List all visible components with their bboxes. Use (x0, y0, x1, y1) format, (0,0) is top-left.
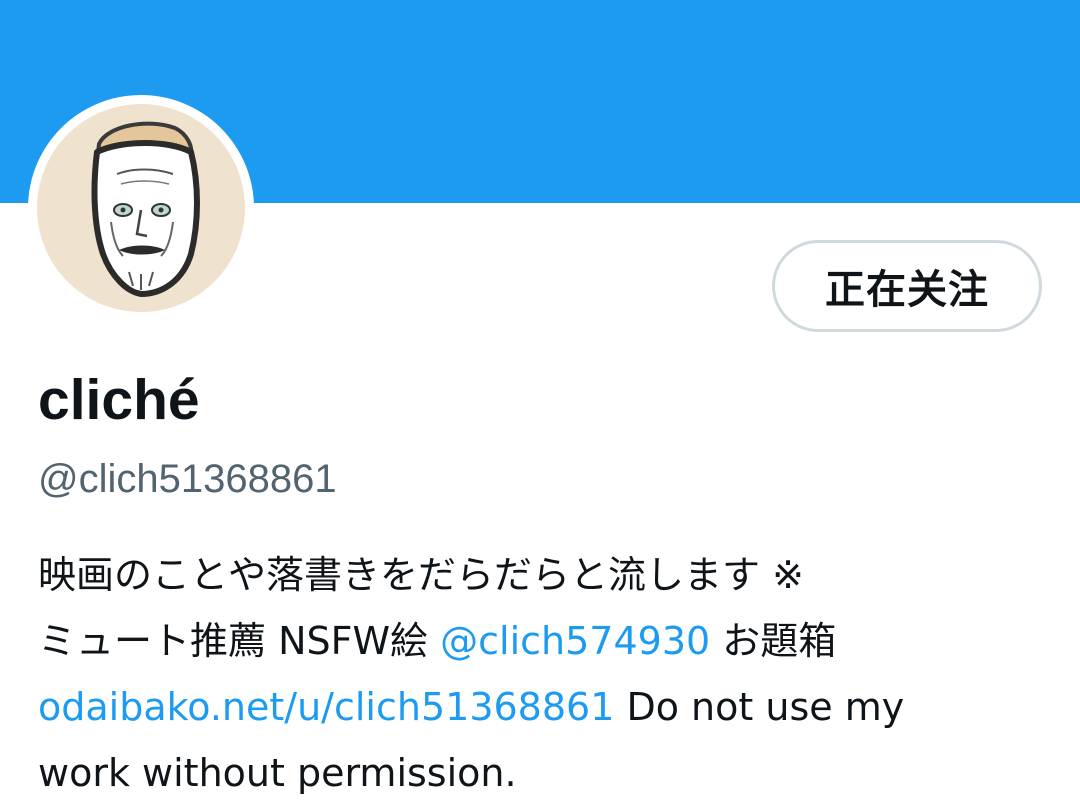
bio-line-2: ミュート推薦 NSFW絵 @clich574930 お題箱 (38, 610, 1058, 676)
bio-text: 映画のことや落書きをだらだらと流します ※ (38, 553, 804, 597)
bio-line-4: work without permission. (38, 742, 1058, 808)
bio-text: Do not use my (614, 685, 905, 729)
avatar-ring (28, 95, 254, 321)
profile-bio: 映画のことや落書きをだらだらと流します ※ ミュート推薦 NSFW絵 @clic… (38, 544, 1058, 808)
bio-line-1: 映画のことや落書きをだらだらと流します ※ (38, 544, 1058, 610)
bio-text: ミュート推薦 NSFW絵 (38, 619, 441, 663)
bio-line-3: odaibako.net/u/clich51368861 Do not use … (38, 676, 1058, 742)
mention-link[interactable]: @clich574930 (440, 619, 710, 663)
bio-text: work without permission. (38, 751, 517, 795)
odaibako-link[interactable]: odaibako.net/u/clich51368861 (38, 685, 614, 729)
avatar[interactable] (37, 104, 245, 312)
user-handle: @clich51368861 (38, 457, 337, 501)
bio-text: お題箱 (710, 619, 837, 663)
display-name: cliché (38, 368, 200, 432)
profile-page: 正在关注 cliché @clich51368861 映画のことや落書きをだらだ… (0, 0, 1080, 810)
following-button[interactable]: 正在关注 (772, 240, 1042, 332)
avatar-illustration-icon (37, 104, 245, 312)
